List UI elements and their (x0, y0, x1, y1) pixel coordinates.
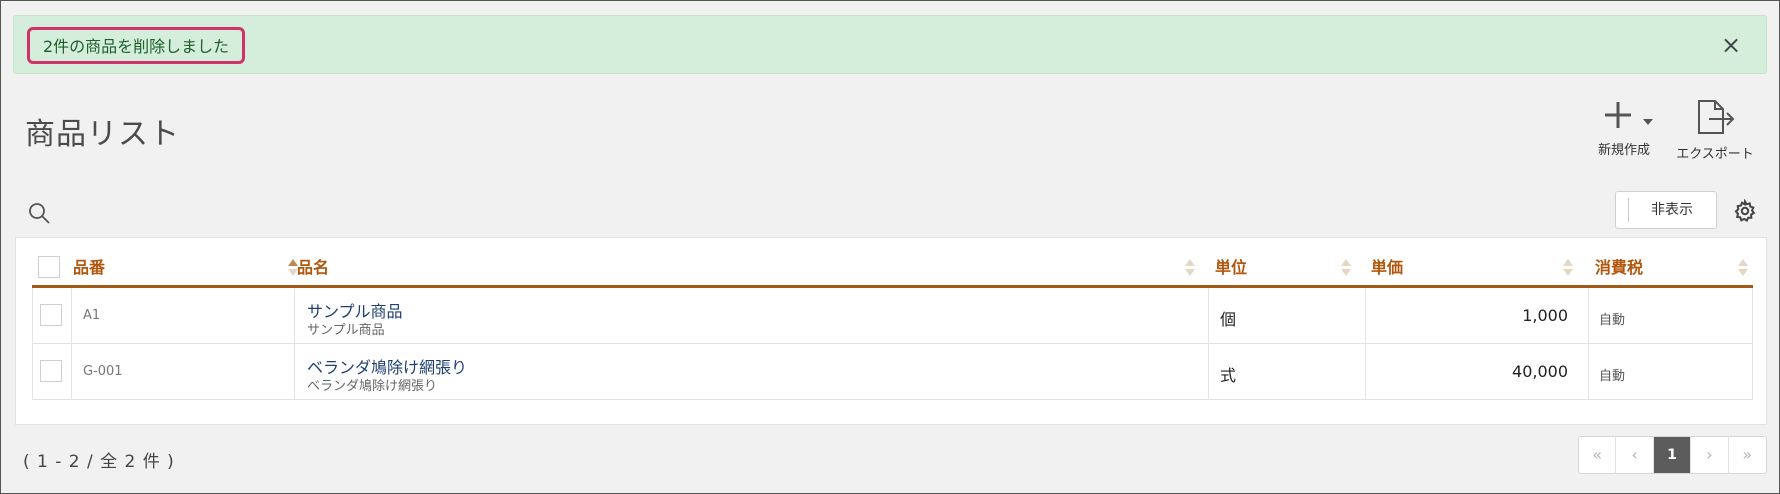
row-checkbox[interactable] (40, 360, 62, 382)
product-tax: 自動 (1599, 313, 1626, 328)
product-code: G-001 (83, 364, 123, 379)
new-button-label: 新規作成 (1597, 143, 1650, 158)
product-tax: 自動 (1599, 369, 1626, 384)
hide-button[interactable]: 非表示 (1615, 191, 1717, 229)
last-page-button[interactable]: » (1729, 437, 1766, 473)
column-header-price[interactable]: 単価 (1371, 250, 1403, 285)
page-1-button[interactable]: 1 (1653, 437, 1692, 473)
product-price: 40,000 (1512, 362, 1568, 381)
product-subname: サンプル商品 (307, 323, 385, 338)
product-unit: 個 (1220, 310, 1237, 329)
gear-icon[interactable] (1733, 199, 1757, 223)
table-header: 品番 品名 単位 単価 消費税 (32, 250, 1753, 288)
product-table: 品番 品名 単位 単価 消費税 A1 サンプル商品 サンプル商品 個 1,000… (32, 250, 1753, 400)
table-row[interactable]: A1 サンプル商品 サンプル商品 個 1,000 自動 (32, 288, 1753, 344)
product-table-panel: 品番 品名 単位 単価 消費税 A1 サンプル商品 サンプル商品 個 1,000… (15, 237, 1767, 425)
search-icon[interactable] (27, 201, 51, 225)
alert-message: 2件の商品を削除しました (27, 27, 246, 64)
sort-icon[interactable] (1563, 259, 1573, 277)
column-header-code[interactable]: 品番 (73, 250, 105, 285)
pagination: « ‹ 1 › » (1578, 436, 1767, 474)
prev-page-button[interactable]: ‹ (1616, 437, 1654, 473)
select-all-checkbox[interactable] (38, 256, 60, 278)
row-checkbox[interactable] (40, 304, 62, 326)
sort-icon[interactable] (1185, 259, 1195, 277)
next-page-button[interactable]: › (1691, 437, 1729, 473)
product-price: 1,000 (1522, 306, 1568, 325)
column-header-name[interactable]: 品名 (297, 250, 329, 285)
sort-icon[interactable] (1738, 259, 1748, 277)
first-page-button[interactable]: « (1579, 437, 1617, 473)
new-button[interactable]: 新規作成 (1579, 99, 1669, 158)
column-header-unit[interactable]: 単位 (1215, 250, 1247, 285)
record-count: ( 1 - 2 / 全 2 件 ) (23, 452, 175, 472)
plus-icon (1605, 102, 1653, 128)
export-button[interactable]: エクスポート (1668, 99, 1762, 162)
success-alert: 2件の商品を削除しました × (13, 15, 1767, 74)
column-header-tax[interactable]: 消費税 (1595, 250, 1643, 285)
table-row[interactable]: G-001 ベランダ鳩除け網張り ベランダ鳩除け網張り 式 40,000 自動 (32, 344, 1753, 400)
sort-icon[interactable] (1341, 259, 1351, 277)
page-title: 商品リスト (25, 117, 180, 152)
close-icon[interactable]: × (1718, 32, 1744, 58)
export-button-label: エクスポート (1676, 147, 1754, 162)
product-unit: 式 (1220, 366, 1237, 385)
product-code: A1 (83, 308, 101, 323)
export-file-icon (1698, 100, 1735, 134)
product-subname: ベランダ鳩除け網張り (307, 379, 438, 394)
caret-down-icon (1643, 119, 1653, 125)
hide-button-label: 非表示 (1651, 202, 1693, 218)
